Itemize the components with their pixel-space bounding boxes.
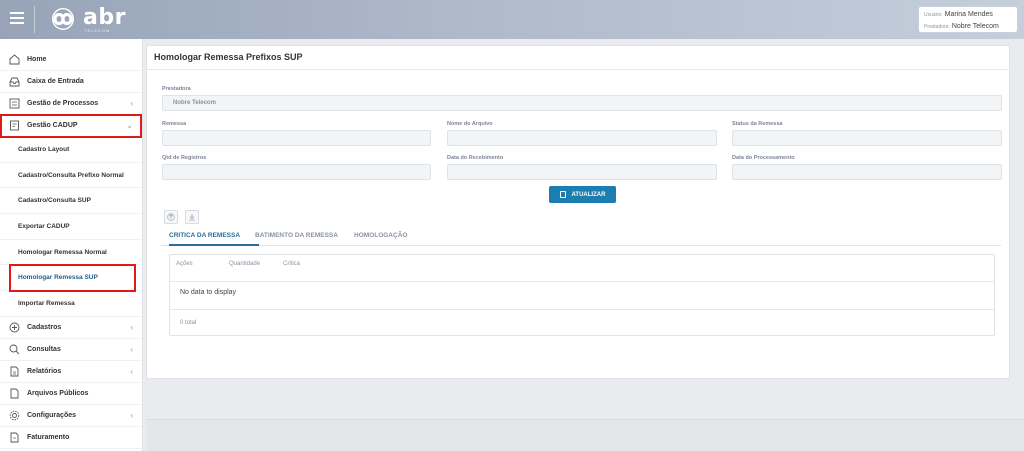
sidebar-item-configuracoes[interactable]: Configurações ‹: [0, 405, 142, 427]
user-name: Marina Mendes: [944, 11, 993, 18]
remessa-label: Remessa: [162, 121, 187, 127]
upload-button[interactable]: [164, 210, 178, 224]
grid-total: 0 total: [180, 320, 197, 326]
page-footer: [146, 420, 1024, 451]
tab-batimento-remessa[interactable]: BATIMENTO DA REMESSA: [255, 232, 338, 239]
sidebar-subitem-prefixo-normal[interactable]: Cadastro/Consulta Prefixo Normal: [0, 163, 142, 189]
tab-critica-remessa[interactable]: CRITICA DA REMESSA: [169, 232, 240, 239]
chevron-left-icon: ‹: [130, 322, 133, 332]
grid-empty-message: No data to display: [180, 289, 237, 296]
upload-icon: [167, 213, 175, 221]
user-info-box[interactable]: Usuário: Marina Mendes Prestadora: Nobre T…: [918, 6, 1018, 33]
search-icon: [8, 343, 20, 355]
infinity-logo-icon: [51, 7, 75, 31]
remessa-field[interactable]: [162, 130, 431, 146]
provider-name: Nobre Telecom: [951, 23, 999, 30]
highlight-gestao-cadup: [0, 114, 142, 138]
plus-circle-icon: [8, 321, 20, 333]
atualizar-button[interactable]: ATUALIZAR: [549, 186, 616, 203]
qtd-registros-field[interactable]: [162, 164, 431, 180]
sidebar-subitem-label: Cadastro Layout: [18, 145, 70, 153]
header-divider: [34, 6, 35, 33]
sidebar-item-inbox[interactable]: Caixa de Entrada: [0, 71, 142, 93]
inbox-icon: [8, 76, 20, 88]
sidebar-item-label: Home: [27, 56, 47, 63]
sidebar-subitem-label: Cadastro/Consulta Prefixo Normal: [18, 171, 124, 179]
sidebar-subitem-exportar-cadup[interactable]: Exportar CADUP: [0, 214, 142, 240]
sidebar-item-label: Arquivos Públicos: [27, 389, 89, 397]
column-header-acoes[interactable]: Ações: [176, 261, 193, 267]
logo-text: abr: [83, 5, 126, 30]
sidebar-subitem-consulta-sup[interactable]: Cadastro/Consulta SUP: [0, 188, 142, 215]
sidebar-subitem-label: Exportar CADUP: [18, 222, 70, 230]
data-recebimento-field[interactable]: [447, 164, 717, 180]
data-recebimento-label: Data do Recebimento: [447, 155, 504, 161]
sidebar-subitem-label: Importar Remessa: [18, 299, 75, 307]
sidebar-subitem-homologar-normal[interactable]: Homologar Remessa Normal: [0, 240, 142, 266]
sidebar-item-label: Gestão de Processos: [27, 100, 99, 107]
sidebar-item-label: Cadastros: [27, 323, 62, 331]
document-icon: [559, 191, 566, 198]
grid-footer-divider: [170, 309, 994, 310]
data-processamento-field[interactable]: [732, 164, 1002, 180]
sidebar-subitem-label: Homologar Remessa Normal: [18, 248, 107, 256]
chevron-left-icon: ‹: [130, 99, 133, 108]
logo-subtext: TELECOM: [84, 28, 111, 33]
chevron-left-icon: ‹: [130, 366, 133, 376]
process-icon: [8, 98, 20, 110]
sidebar-item-label: Faturamento: [27, 433, 70, 441]
prestadora-field[interactable]: Nobre Telecom: [162, 95, 1002, 111]
home-icon: [8, 54, 20, 66]
chevron-left-icon: ‹: [130, 344, 133, 354]
data-processamento-label: Data do Processamento: [732, 155, 795, 161]
active-tab-indicator: [169, 244, 259, 246]
grid-header: Ações Quantidade Critica: [170, 255, 994, 282]
abr-logo: abr TELECOM: [46, 5, 125, 33]
provider-label: Prestadora:: [924, 24, 950, 30]
status-remessa-field[interactable]: [732, 130, 1002, 146]
sidebar-item-cadastros[interactable]: Cadastros ‹: [0, 317, 142, 339]
download-icon: [189, 214, 195, 221]
sidebar-item-relatorios[interactable]: Relatórios ‹: [0, 361, 142, 383]
main-panel: Homologar Remessa Prefixos SUP Prestador…: [146, 45, 1010, 379]
top-header: abr TELECOM Usuário: Marina Mendes Presta…: [0, 0, 1024, 39]
sidebar-item-label: Caixa de Entrada: [27, 78, 84, 85]
nome-arquivo-field[interactable]: [447, 130, 717, 146]
highlight-homologar-sup: [9, 264, 136, 292]
sidebar-item-consultas[interactable]: Consultas ‹: [0, 339, 142, 361]
qtd-registros-label: Qtd de Registros: [162, 155, 207, 161]
menu-toggle-icon[interactable]: [10, 12, 24, 24]
atualizar-label: ATUALIZAR: [571, 191, 606, 198]
sidebar-subitem-cadastro-layout[interactable]: Cadastro Layout: [0, 137, 142, 163]
nome-arquivo-label: Nome do Arquivo: [447, 121, 493, 127]
title-divider: [147, 69, 1009, 70]
sidebar-subitem-label: Cadastro/Consulta SUP: [18, 197, 91, 205]
gear-icon: [8, 409, 20, 421]
user-label: Usuário:: [924, 12, 943, 18]
sidebar-item-process[interactable]: Gestão de Processos ‹: [0, 93, 142, 115]
sidebar-item-faturamento[interactable]: Faturamento: [0, 427, 142, 449]
tab-homologacao[interactable]: HOMOLOGAÇÃO: [354, 232, 407, 239]
sidebar-item-label: Relatórios: [27, 367, 62, 375]
page-title: Homologar Remessa Prefixos SUP: [154, 52, 303, 62]
sidebar-subitem-importar-remessa[interactable]: Importar Remessa: [0, 291, 142, 317]
sidebar-item-label: Consultas: [27, 345, 61, 353]
sidebar: Home Caixa de Entrada Gestão de Processo…: [0, 39, 143, 451]
status-remessa-label: Status da Remessa: [732, 121, 783, 127]
download-button[interactable]: [185, 210, 199, 224]
column-header-quantidade[interactable]: Quantidade: [229, 261, 260, 267]
prestadora-label: Prestadora: [162, 86, 191, 92]
sidebar-item-label: Configurações: [27, 411, 77, 419]
chevron-left-icon: ‹: [130, 410, 133, 420]
tab-bar: CRITICA DA REMESSA BATIMENTO DA REMESSA …: [161, 229, 1001, 246]
report-icon: [8, 365, 20, 377]
file-icon: [8, 387, 20, 399]
critica-grid: Ações Quantidade Critica No data to disp…: [169, 254, 995, 336]
sidebar-item-home[interactable]: Home: [0, 49, 142, 71]
billing-icon: [8, 431, 20, 443]
column-header-critica[interactable]: Critica: [283, 261, 300, 267]
sidebar-item-arquivos-publicos[interactable]: Arquivos Públicos: [0, 383, 142, 405]
